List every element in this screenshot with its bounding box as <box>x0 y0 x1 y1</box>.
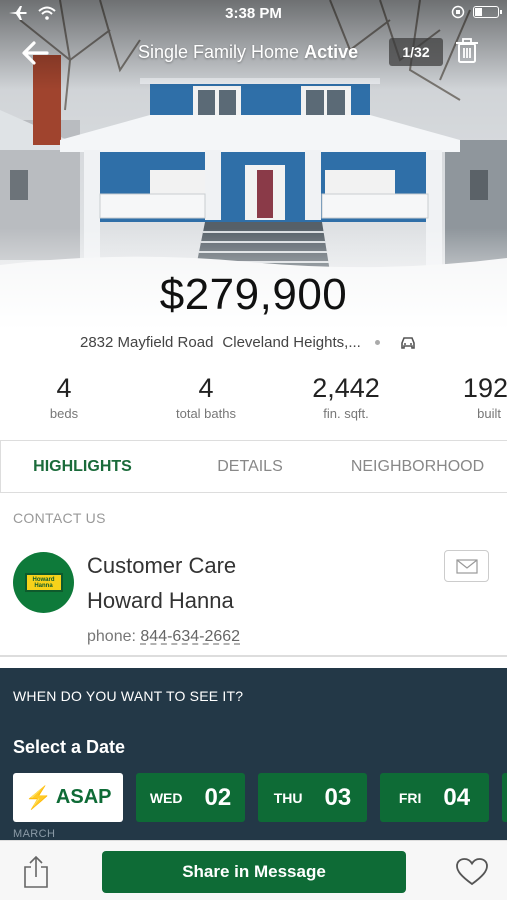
date-number: 04 <box>443 783 471 811</box>
select-date-title: Select a Date <box>13 737 126 757</box>
date-number: 03 <box>324 783 352 811</box>
detail-tabs: HIGHLIGHTS DETAILS NEIGHBORHOOD <box>0 440 507 493</box>
favorite-button[interactable] <box>455 857 489 887</box>
date-day: FRI <box>398 789 422 806</box>
date-number: 02 <box>204 783 232 811</box>
mail-icon <box>455 558 478 574</box>
back-button[interactable] <box>20 38 54 68</box>
tab-highlights[interactable]: HIGHLIGHTS <box>0 441 165 493</box>
stat-beds: 4 beds <box>4 372 124 421</box>
date-option-thu[interactable]: THU 03 <box>258 773 367 822</box>
status-bar: 3:38 PM <box>0 0 507 28</box>
date-option-fri[interactable]: FRI 04 <box>380 773 489 822</box>
back-arrow-icon <box>22 41 49 65</box>
asap-label: ASAP <box>55 786 112 808</box>
date-option-wed[interactable]: WED 02 <box>136 773 245 822</box>
schedule-section: WHEN DO YOU WANT TO SEE IT? Select a Dat… <box>0 668 507 848</box>
contact-company: Howard Hanna <box>87 588 234 613</box>
listing-status: Active <box>304 42 359 62</box>
photo-counter[interactable]: 1/32 <box>389 38 443 66</box>
lightning-icon: ⚡ <box>24 784 52 810</box>
share-button[interactable] <box>22 855 50 889</box>
stat-value: 4 <box>56 373 72 403</box>
share-icon <box>24 855 48 888</box>
contact-name: Customer Care <box>87 553 237 578</box>
contact-phone-row: phone: 844-634-2662 <box>87 628 240 646</box>
street-address: 2832 Mayfield Road <box>80 334 214 351</box>
month-label: MARCH <box>13 828 56 840</box>
stat-value: 1920 <box>462 373 507 403</box>
email-button[interactable] <box>444 550 489 582</box>
tab-neighborhood[interactable]: NEIGHBORHOOD <box>335 441 500 493</box>
trash-button[interactable] <box>455 38 481 66</box>
stat-label: beds <box>49 406 79 421</box>
howard-hanna-logo: Howard Hanna <box>24 573 63 592</box>
stat-value: 4 <box>198 373 214 403</box>
car-icon[interactable] <box>400 336 416 350</box>
date-day: WED <box>149 789 183 806</box>
page-title: Single Family Home Active <box>138 42 358 63</box>
share-in-message-button[interactable]: Share in Message <box>102 851 406 893</box>
stat-baths: 4 total baths <box>146 372 266 421</box>
section-divider <box>0 655 507 657</box>
status-time: 3:38 PM <box>225 5 282 22</box>
phone-label: phone: <box>87 628 136 645</box>
property-type: Single Family Home <box>138 42 300 62</box>
contact-section-label: CONTACT US <box>13 510 106 526</box>
schedule-question: WHEN DO YOU WANT TO SEE IT? <box>13 688 244 704</box>
city: Cleveland Heights,... <box>222 334 361 351</box>
battery-icon <box>473 6 502 18</box>
asap-button[interactable]: ⚡ ASAP <box>13 773 123 822</box>
stat-value: 2,442 <box>312 373 380 403</box>
phone-link[interactable]: 844-634-2662 <box>140 628 240 645</box>
listing-price: $279,900 <box>159 270 348 319</box>
bottom-action-bar: Share in Message <box>0 840 507 900</box>
stat-label: total baths <box>176 406 236 421</box>
stat-sqft: 2,442 fin. sqft. <box>286 372 406 421</box>
heart-icon <box>456 858 488 886</box>
nav-bar: Single Family Home Active 1/32 <box>0 36 507 70</box>
orientation-lock-icon <box>451 5 465 19</box>
listing-stats: 4 beds 4 total baths 2,442 fin. sqft. 19… <box>0 372 507 432</box>
stat-label: built <box>477 406 501 421</box>
trash-icon <box>456 38 478 63</box>
stat-built: 1920 built <box>427 372 507 421</box>
separator-dot <box>374 340 380 345</box>
address-row[interactable]: 2832 Mayfield Road Cleveland Heights,... <box>80 334 416 351</box>
stat-label: fin. sqft. <box>323 406 369 421</box>
date-option-next[interactable] <box>502 773 507 822</box>
date-day: THU <box>273 789 303 806</box>
tab-details[interactable]: DETAILS <box>180 441 320 493</box>
agency-logo: Howard Hanna <box>13 552 74 613</box>
